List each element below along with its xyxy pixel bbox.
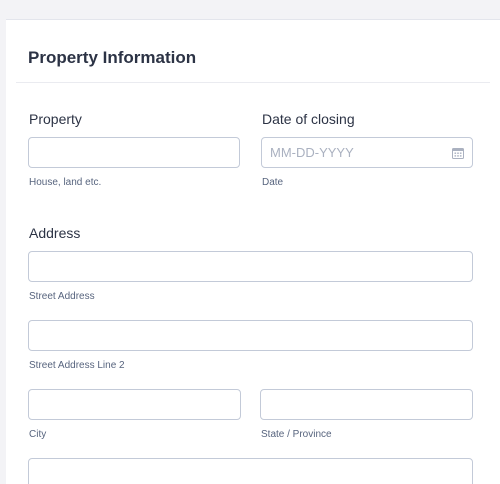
property-sublabel: House, land etc. [29,177,102,188]
address-label: Address [29,225,81,241]
state-province-input[interactable] [260,389,473,420]
header-divider [16,82,490,83]
state-province-sublabel: State / Province [261,429,332,440]
form-page: Property Information Property House, lan… [0,0,500,484]
city-input[interactable] [28,389,241,420]
closing-date-input[interactable] [261,137,473,168]
street-address-line2-input[interactable] [28,320,473,351]
section-title: Property Information [28,48,197,67]
closing-date-sublabel: Date [262,177,284,188]
property-input[interactable] [28,137,240,168]
city-sublabel: City [29,429,47,440]
street-address-input[interactable] [28,251,473,282]
calendar-icon[interactable] [452,147,464,159]
postal-code-input[interactable] [28,458,473,484]
property-label: Property [29,111,82,127]
street-address-line2-sublabel: Street Address Line 2 [29,360,125,371]
street-address-sublabel: Street Address [29,291,95,302]
closing-date-label: Date of closing [262,111,355,127]
form-card: Property Information Property House, lan… [6,19,500,484]
